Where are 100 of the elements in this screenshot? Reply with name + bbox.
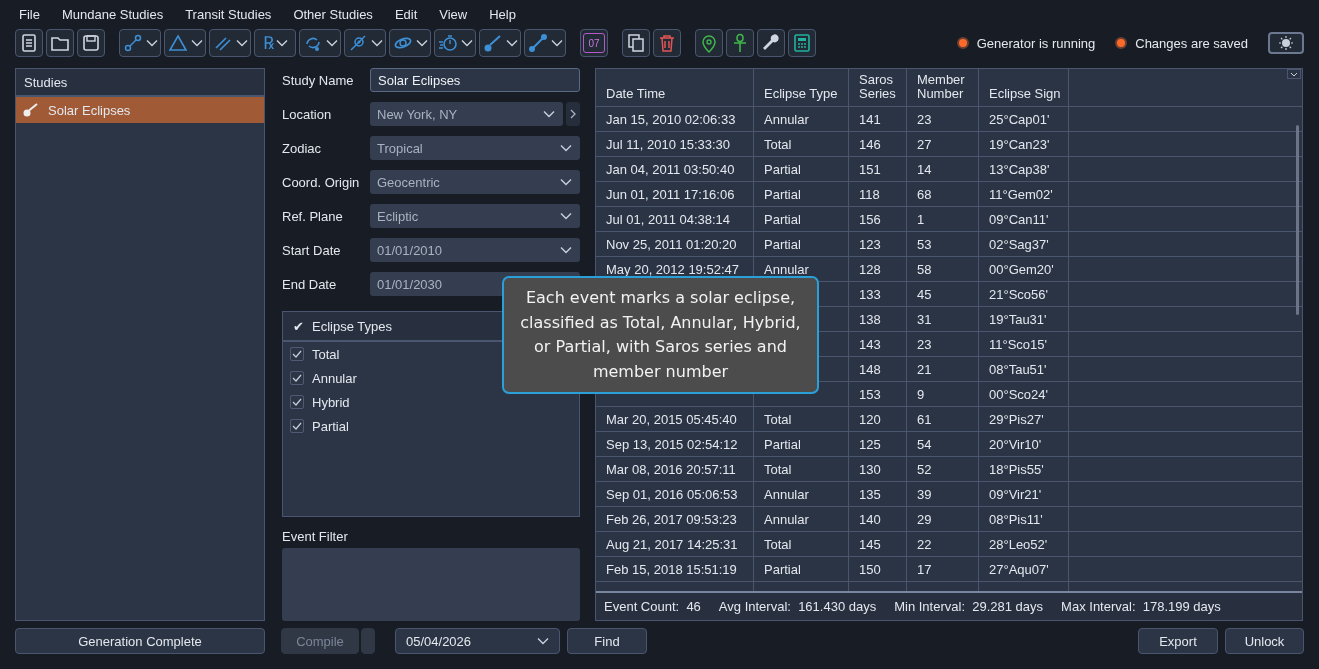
table-cell: Jan 04, 2011 03:50:40: [596, 157, 754, 182]
toolbar-dropdown-button[interactable]: [434, 29, 476, 57]
next-button[interactable]: [566, 102, 580, 126]
panel-title: Studies: [24, 74, 68, 90]
toolbar-button[interactable]: [757, 29, 785, 57]
checkbox[interactable]: [290, 419, 304, 433]
stopwatch-icon: [437, 32, 459, 54]
toolbar-button[interactable]: [622, 29, 650, 57]
toolbar-dropdown-button[interactable]: [479, 29, 521, 57]
export-button[interactable]: Export: [1138, 628, 1218, 654]
table-cell: 1: [907, 207, 979, 232]
menu-item[interactable]: Transit Studies: [174, 6, 283, 22]
dropdown-field[interactable]: Ecliptic: [370, 204, 580, 228]
prescription-symbol: ℞: [262, 34, 274, 52]
table-cell: Mar 08, 2016 20:57:11: [596, 457, 754, 482]
calculator-icon: [791, 32, 813, 54]
column-menu-button[interactable]: [1287, 69, 1301, 79]
table-cell: 141: [849, 107, 907, 132]
table-cell: 130: [849, 457, 907, 482]
toolbar-button[interactable]: [726, 29, 754, 57]
caret-icon: [326, 39, 338, 47]
generation-complete-button[interactable]: Generation Complete: [15, 628, 265, 654]
toolbar-dropdown-button[interactable]: [524, 29, 566, 57]
column-header[interactable]: Eclipse Sign: [979, 69, 1069, 107]
table-cell: 27: [907, 132, 979, 157]
toolbar-dropdown-button[interactable]: [344, 29, 386, 57]
toolbar-button[interactable]: [77, 29, 105, 57]
menu-item[interactable]: Mundane Studies: [50, 6, 175, 22]
table-cell: Total: [754, 457, 849, 482]
table-cell: 153: [849, 382, 907, 407]
table-cell: 00°Gem20': [979, 257, 1069, 282]
toolbar-button[interactable]: [695, 29, 723, 57]
table-cell: 143: [849, 332, 907, 357]
find-button[interactable]: Find: [567, 628, 647, 654]
dropdown-field[interactable]: New York, NY: [370, 102, 563, 126]
dropdown-field[interactable]: Tropical: [370, 136, 580, 160]
checkbox[interactable]: [290, 371, 304, 385]
check-mark: ✔: [293, 318, 304, 334]
table-cell: 128: [849, 257, 907, 282]
table-cell: Jan 15, 2010 02:06:33: [596, 107, 754, 132]
menu-item[interactable]: Other Studies: [282, 6, 384, 22]
caret-icon: [146, 39, 158, 47]
field-label: Study Name: [282, 72, 355, 88]
menu-item[interactable]: File: [8, 6, 51, 22]
field-label: Location: [282, 106, 333, 122]
toolbar-dropdown-button[interactable]: [119, 29, 161, 57]
field-label: Zodiac: [282, 140, 323, 156]
dropdown-field[interactable]: 01/01/2010: [370, 238, 580, 262]
column-header[interactable]: Saros Series: [849, 69, 907, 107]
checkbox[interactable]: [290, 395, 304, 409]
toolbar-dropdown-button[interactable]: ℞: [254, 29, 296, 57]
date-dropdown[interactable]: 05/04/2026: [395, 628, 560, 654]
toolbar-dropdown-button[interactable]: [389, 29, 431, 57]
toolbar-dropdown-button[interactable]: [209, 29, 251, 57]
toolbar-button[interactable]: [46, 29, 74, 57]
toolbar-button[interactable]: [15, 29, 43, 57]
toolbar-button[interactable]: [788, 29, 816, 57]
chevron-right-icon: [570, 109, 576, 119]
caret-icon: [191, 39, 203, 47]
field-label: Start Date: [282, 242, 342, 258]
toolbar-dropdown-button[interactable]: [299, 29, 341, 57]
panel-title: Eclipse Types: [312, 318, 392, 334]
menu-item[interactable]: View: [428, 6, 479, 22]
summary-stat: Max Interval: 178.199 days: [1061, 599, 1221, 614]
menu-item[interactable]: Edit: [383, 6, 429, 22]
table-cell: Total: [754, 532, 849, 557]
table-cell: 21: [907, 357, 979, 382]
study-item[interactable]: Solar Eclipses: [16, 97, 264, 123]
theme-button[interactable]: [1268, 32, 1304, 54]
table-cell: 21°Sco56': [979, 282, 1069, 307]
table-cell: Feb 26, 2017 09:53:23: [596, 507, 754, 532]
column-header[interactable]: Eclipse Type: [754, 69, 849, 107]
menu-item[interactable]: Help: [478, 6, 527, 22]
table-cell: 125: [849, 432, 907, 457]
toolbar-dropdown-button[interactable]: [164, 29, 206, 57]
dropdown-field[interactable]: Geocentric: [370, 170, 580, 194]
table-cell: 14: [907, 157, 979, 182]
table-cell: 39: [907, 482, 979, 507]
checkbox[interactable]: [290, 347, 304, 361]
table-cell: 145: [849, 532, 907, 557]
table-cell: 68: [907, 182, 979, 207]
table-cell: 123: [849, 232, 907, 257]
table-cell: Annular: [754, 507, 849, 532]
section-title: Event Filter: [282, 528, 349, 544]
table-cell: 23: [907, 332, 979, 357]
scrollbar[interactable]: [1296, 125, 1299, 315]
column-header[interactable]: Date Time: [596, 69, 754, 107]
comet-icon: [22, 102, 40, 118]
column-header[interactable]: Member Number: [907, 69, 979, 107]
caret-icon: [461, 39, 473, 47]
table-cell: 17: [907, 557, 979, 582]
table-cell: 146: [849, 132, 907, 157]
field-label: End Date: [282, 276, 338, 292]
table-cell: 11°Sco15': [979, 332, 1069, 357]
chevron-down-icon: [560, 212, 572, 220]
connected-nodes-icon: [122, 32, 144, 54]
linked-dots-icon: [527, 32, 549, 54]
unlock-button[interactable]: Unlock: [1225, 628, 1304, 654]
event-filter-field[interactable]: [282, 547, 580, 621]
study-name-field[interactable]: Solar Eclipses: [370, 68, 580, 92]
